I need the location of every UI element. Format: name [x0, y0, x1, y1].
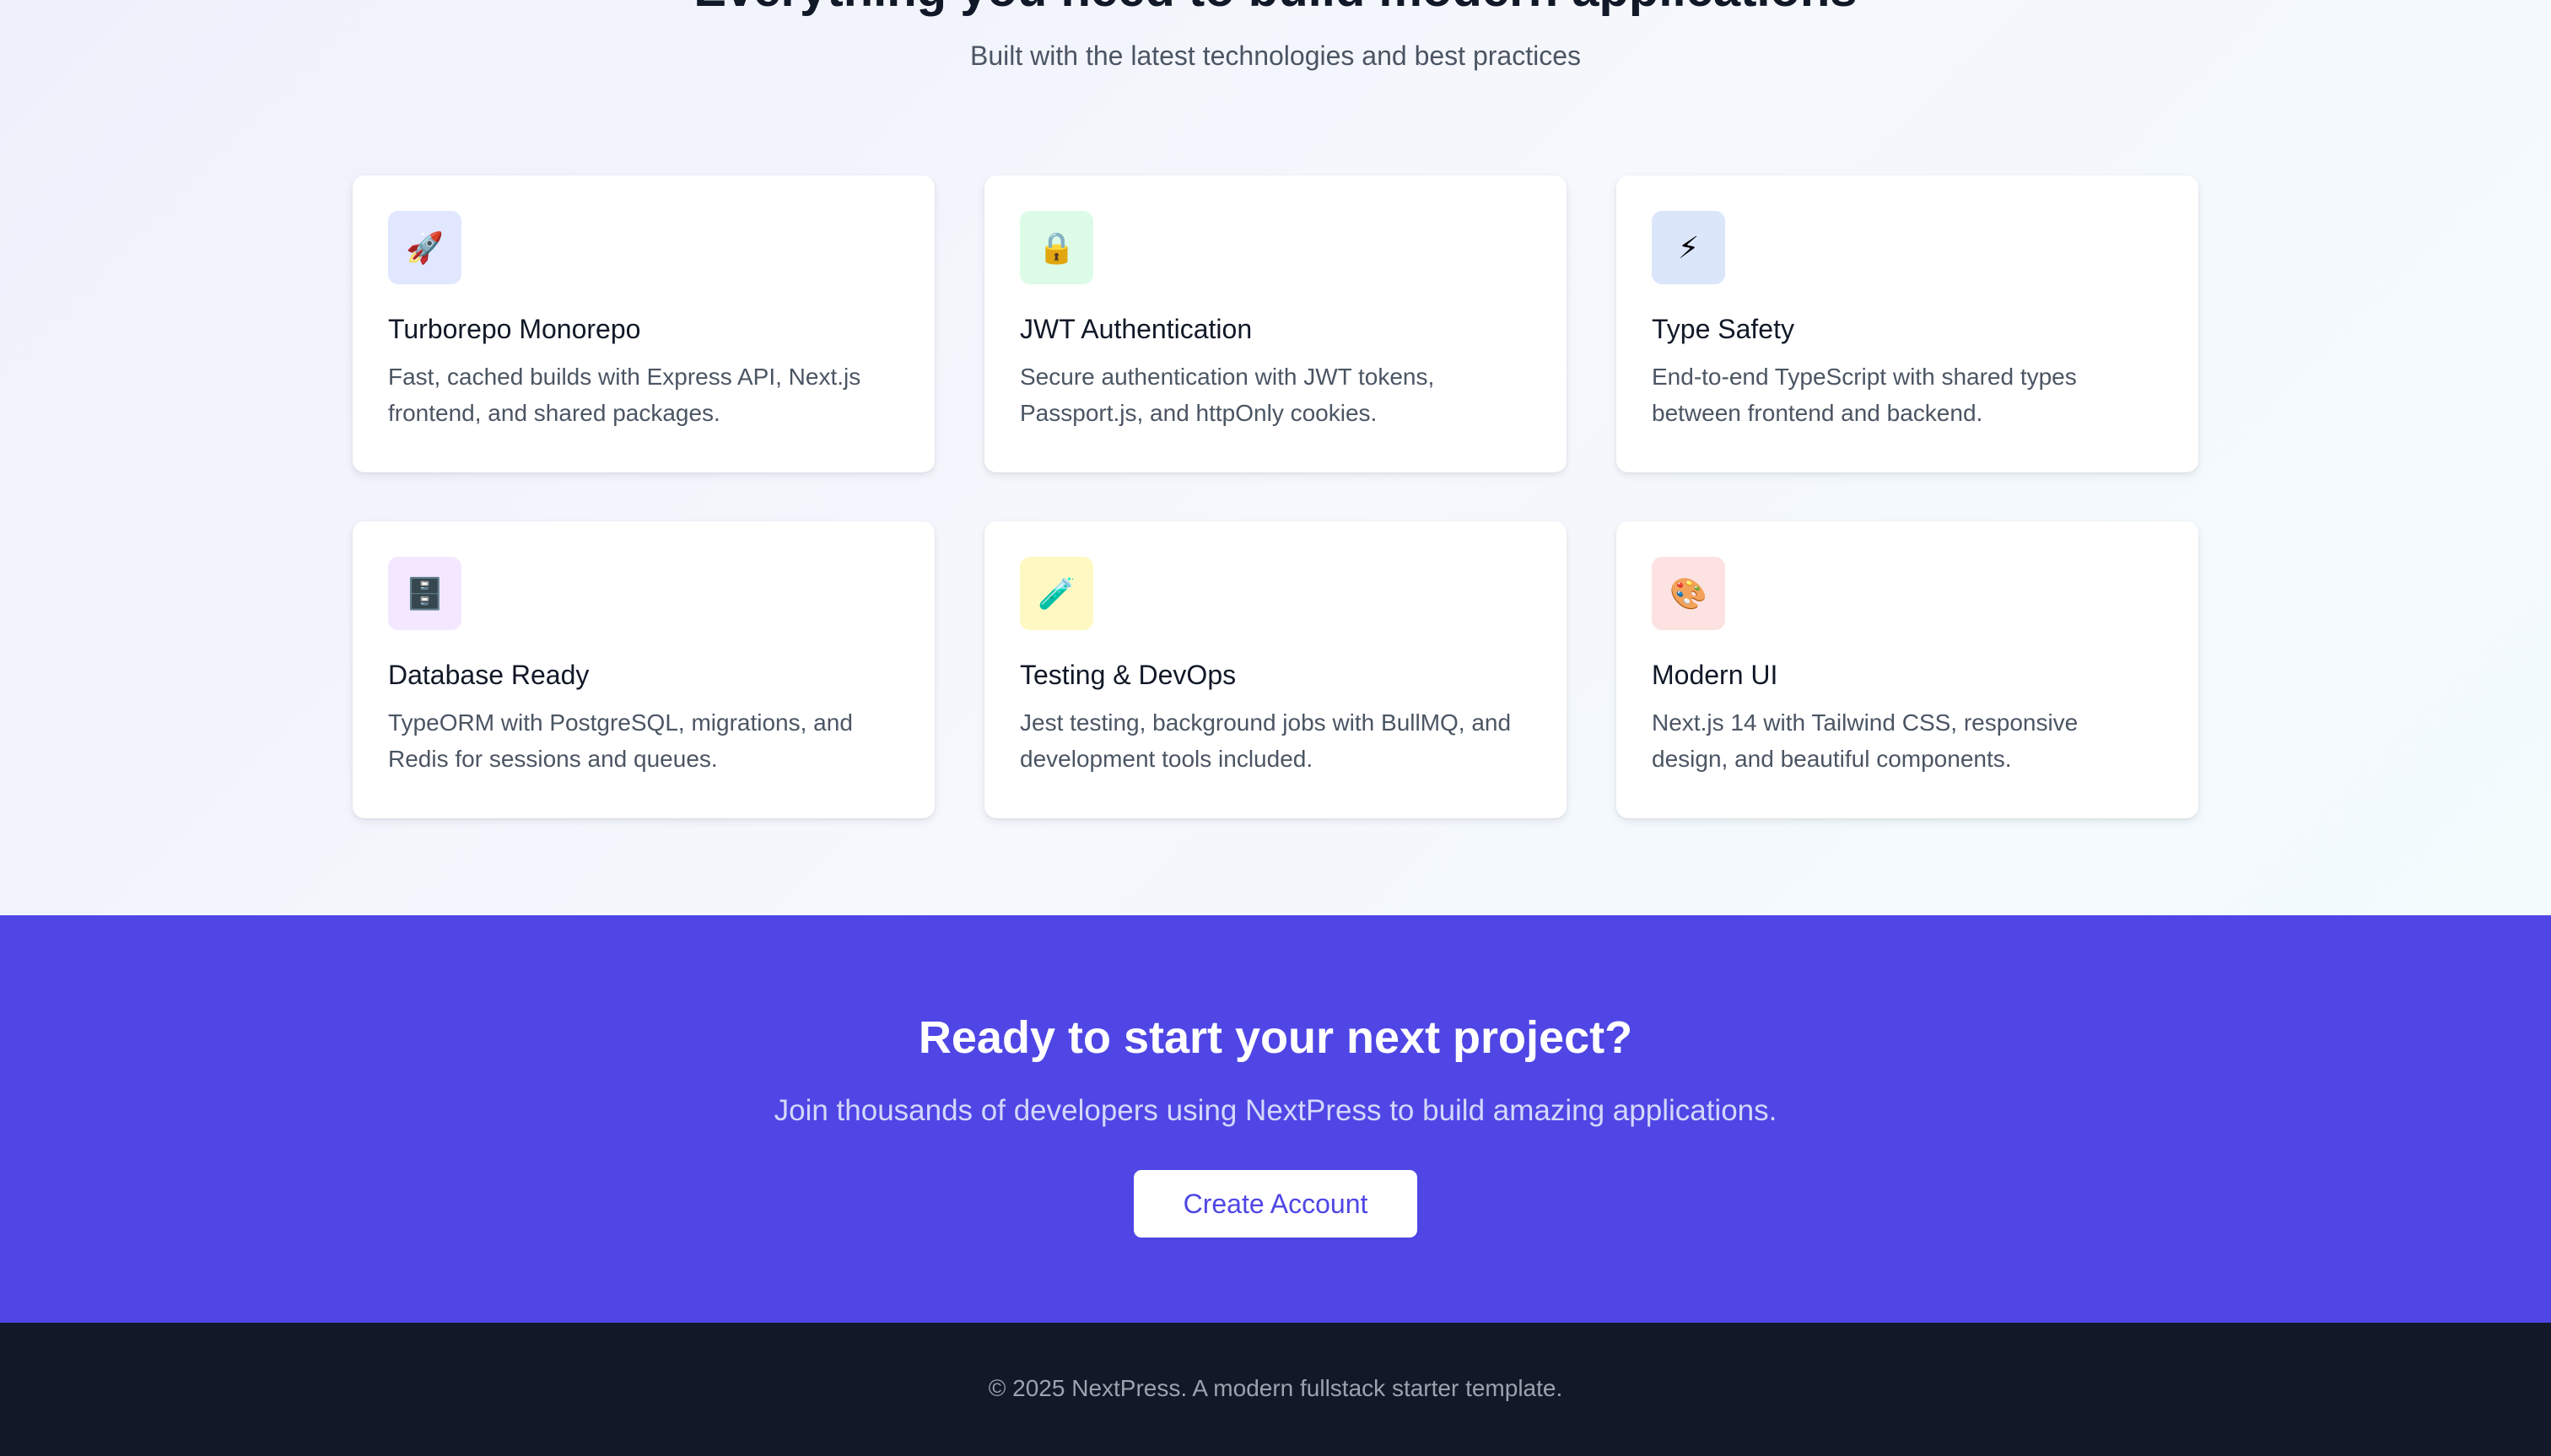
feature-card-title: Testing & DevOps — [1020, 660, 1237, 690]
feature-card-jwt: 🔒 JWT Authentication Secure authenticati… — [984, 175, 1567, 472]
cta-section: Ready to start your next project? Join t… — [0, 915, 2551, 1323]
feature-card-title: Database Ready — [388, 660, 590, 690]
palette-icon: 🎨 — [1652, 557, 1725, 630]
feature-card-title: JWT Authentication — [1020, 314, 1253, 344]
features-heading: Everything you need to build modern appl… — [0, 0, 2551, 17]
feature-card-description: End-to-end TypeScript with shared types … — [1652, 364, 2077, 426]
cta-subtitle: Join thousands of developers using NextP… — [774, 1094, 1777, 1127]
feature-card-title: Turborepo Monorepo — [388, 314, 641, 344]
feature-card-testing: 🧪 Testing & DevOps Jest testing, backgro… — [984, 521, 1567, 818]
file-cabinet-icon: 🗄️ — [388, 557, 461, 630]
rocket-icon: 🚀 — [388, 211, 461, 284]
footer-copyright: © 2025 NextPress. A modern fullstack sta… — [988, 1375, 1563, 1401]
footer: © 2025 NextPress. A modern fullstack sta… — [0, 1323, 2551, 1456]
feature-card-description: Next.js 14 with Tailwind CSS, responsive… — [1652, 709, 2079, 772]
feature-card-type-safety: ⚡ Type Safety End-to-end TypeScript with… — [1616, 175, 2198, 472]
feature-card-turborepo: 🚀 Turborepo Monorepo Fast, cached builds… — [353, 175, 935, 472]
features-subtitle: Built with the latest technologies and b… — [970, 40, 1581, 71]
feature-card-description: Secure authentication with JWT tokens, P… — [1020, 364, 1435, 426]
lock-icon: 🔒 — [1020, 211, 1093, 284]
cta-title: Ready to start your next project? — [918, 1012, 1633, 1063]
feature-card-database: 🗄️ Database Ready TypeORM with PostgreSQ… — [353, 521, 935, 818]
features-section: Everything you need to build modern appl… — [0, 0, 2551, 915]
test-tube-icon: 🧪 — [1020, 557, 1093, 630]
create-account-button[interactable]: Create Account — [1134, 1170, 1417, 1238]
feature-card-description: Fast, cached builds with Express API, Ne… — [388, 364, 861, 426]
feature-card-title: Type Safety — [1652, 314, 1794, 344]
feature-card-modern-ui: 🎨 Modern UI Next.js 14 with Tailwind CSS… — [1616, 521, 2198, 818]
feature-card-title: Modern UI — [1652, 660, 1778, 690]
feature-card-description: Jest testing, background jobs with BullM… — [1020, 709, 1512, 772]
feature-card-description: TypeORM with PostgreSQL, migrations, and… — [388, 709, 853, 772]
features-grid: 🚀 Turborepo Monorepo Fast, cached builds… — [353, 175, 2198, 818]
lightning-icon: ⚡ — [1652, 211, 1725, 284]
landing-page: Everything you need to build modern appl… — [0, 0, 2551, 1456]
